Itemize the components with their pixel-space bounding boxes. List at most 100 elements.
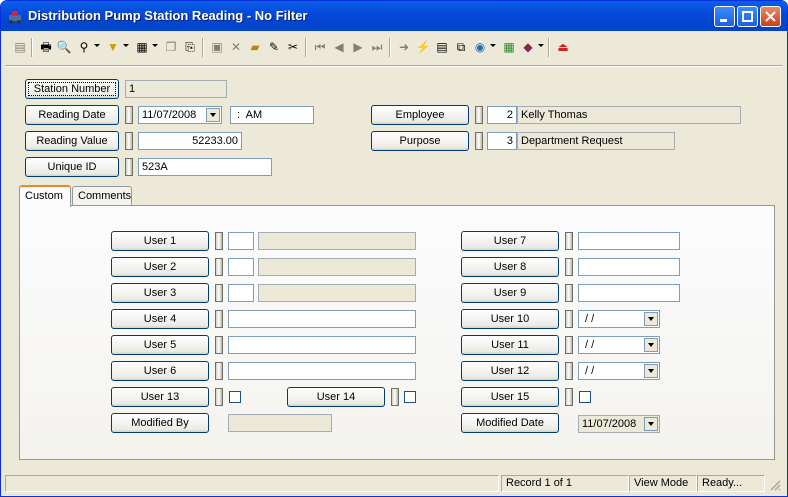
purpose-button[interactable]: Purpose xyxy=(371,131,469,151)
modified-by-button[interactable]: Modified By xyxy=(111,413,209,433)
lock-grip[interactable] xyxy=(125,132,133,150)
unique-id-field[interactable]: 523A xyxy=(138,158,272,176)
lock-grip[interactable] xyxy=(475,132,483,150)
user-4-field[interactable] xyxy=(228,310,416,328)
user-1-button[interactable]: User 1 xyxy=(111,231,209,251)
paste-icon[interactable]: ⎘ xyxy=(181,38,199,56)
lock-grip[interactable] xyxy=(391,388,399,406)
lock-grip[interactable] xyxy=(215,284,223,302)
filter-dropdown-arrow[interactable] xyxy=(123,44,129,47)
reading-date-combo[interactable]: 11/07/2008 xyxy=(138,106,222,124)
lock-grip[interactable] xyxy=(565,388,573,406)
user-5-button[interactable]: User 5 xyxy=(111,335,209,355)
tab-custom[interactable]: Custom xyxy=(19,185,71,207)
purpose-id-field[interactable]: 3 xyxy=(487,132,517,150)
cut-icon[interactable]: ✂ xyxy=(284,38,302,56)
goto-icon[interactable]: ➜ xyxy=(395,38,413,56)
edit-icon[interactable]: ✎ xyxy=(265,38,283,56)
lightning-icon[interactable]: ⚡ xyxy=(414,38,432,56)
lock-grip[interactable] xyxy=(125,106,133,124)
lock-grip[interactable] xyxy=(475,106,483,124)
tree-icon[interactable]: ⧉ xyxy=(452,38,470,56)
lock-grip[interactable] xyxy=(215,232,223,250)
exit-icon[interactable]: ⏏ xyxy=(554,38,572,56)
user-12-button[interactable]: User 12 xyxy=(461,361,559,381)
lock-grip[interactable] xyxy=(565,310,573,328)
maximize-button[interactable] xyxy=(737,6,758,27)
lock-grip[interactable] xyxy=(215,336,223,354)
globe-dropdown-arrow[interactable] xyxy=(490,44,496,47)
user-1-code-field[interactable] xyxy=(228,232,254,250)
form-view-icon[interactable]: ▦ xyxy=(133,38,151,56)
user-4-button[interactable]: User 4 xyxy=(111,309,209,329)
save-icon[interactable]: ▣ xyxy=(208,38,226,56)
user-8-field[interactable] xyxy=(578,258,680,276)
lock-grip[interactable] xyxy=(565,258,573,276)
user-6-button[interactable]: User 6 xyxy=(111,361,209,381)
minimize-button[interactable] xyxy=(714,6,735,27)
user-2-button[interactable]: User 2 xyxy=(111,257,209,277)
user-14-checkbox[interactable] xyxy=(404,391,416,403)
lock-grip[interactable] xyxy=(565,232,573,250)
copy-icon[interactable]: ❐ xyxy=(162,38,180,56)
filter-icon[interactable]: ▼ xyxy=(104,38,122,56)
title-bar[interactable]: Distribution Pump Station Reading - No F… xyxy=(1,1,787,31)
lock-grip[interactable] xyxy=(565,336,573,354)
user-3-code-field[interactable] xyxy=(228,284,254,302)
employee-button[interactable]: Employee xyxy=(371,105,469,125)
user-14-button[interactable]: User 14 xyxy=(287,387,385,407)
print-icon[interactable]: 🖶 xyxy=(37,38,55,56)
close-button[interactable] xyxy=(760,6,781,27)
user-9-button[interactable]: User 9 xyxy=(461,283,559,303)
chevron-down-icon[interactable] xyxy=(644,338,658,352)
user-3-button[interactable]: User 3 xyxy=(111,283,209,303)
user-12-date-combo[interactable]: / / xyxy=(578,362,660,380)
new-icon[interactable]: ▤ xyxy=(11,38,29,56)
user-15-button[interactable]: User 15 xyxy=(461,387,559,407)
reading-value-button[interactable]: Reading Value xyxy=(25,131,119,151)
chevron-down-icon[interactable] xyxy=(644,312,658,326)
lock-grip[interactable] xyxy=(565,284,573,302)
user-2-code-field[interactable] xyxy=(228,258,254,276)
lock-grip[interactable] xyxy=(215,310,223,328)
reading-time-field[interactable]: : AM xyxy=(230,106,314,124)
user-15-checkbox[interactable] xyxy=(579,391,591,403)
lock-grip[interactable] xyxy=(215,258,223,276)
station-number-button[interactable]: Station Number xyxy=(25,79,119,99)
book-dropdown-arrow[interactable] xyxy=(538,44,544,47)
user-13-button[interactable]: User 13 xyxy=(111,387,209,407)
user-11-button[interactable]: User 11 xyxy=(461,335,559,355)
user-7-field[interactable] xyxy=(578,232,680,250)
user-7-button[interactable]: User 7 xyxy=(461,231,559,251)
previous-record-icon[interactable]: ◀ xyxy=(330,38,348,56)
next-record-icon[interactable]: ▶ xyxy=(349,38,367,56)
modified-date-combo[interactable]: 11/07/2008 xyxy=(578,415,660,433)
lock-grip[interactable] xyxy=(125,158,133,176)
view-dropdown-arrow[interactable] xyxy=(152,44,158,47)
tab-comments[interactable]: Comments xyxy=(72,186,132,206)
chevron-down-icon[interactable] xyxy=(644,364,658,378)
attach-icon[interactable]: ▰ xyxy=(246,38,264,56)
user-11-date-combo[interactable]: / / xyxy=(578,336,660,354)
user-13-checkbox[interactable] xyxy=(229,391,241,403)
lock-grip[interactable] xyxy=(565,362,573,380)
calculator-icon[interactable]: ▦ xyxy=(500,38,518,56)
user-8-button[interactable]: User 8 xyxy=(461,257,559,277)
unique-id-button[interactable]: Unique ID xyxy=(25,157,119,177)
user-9-field[interactable] xyxy=(578,284,680,302)
reading-value-field[interactable]: 52233.00 xyxy=(138,132,242,150)
lock-grip[interactable] xyxy=(215,362,223,380)
user-10-button[interactable]: User 10 xyxy=(461,309,559,329)
report-icon[interactable]: ▤ xyxy=(433,38,451,56)
resize-grip-icon[interactable] xyxy=(769,479,781,491)
delete-icon[interactable]: ✕ xyxy=(227,38,245,56)
user-10-date-combo[interactable]: / / xyxy=(578,310,660,328)
user-5-field[interactable] xyxy=(228,336,416,354)
modified-date-button[interactable]: Modified Date xyxy=(461,413,559,433)
user-6-field[interactable] xyxy=(228,362,416,380)
chevron-down-icon[interactable] xyxy=(644,417,658,431)
print-preview-icon[interactable]: 🔍 xyxy=(55,38,73,56)
find-icon[interactable]: ⚲ xyxy=(75,38,93,56)
lock-grip[interactable] xyxy=(215,388,223,406)
globe-icon[interactable]: ◉ xyxy=(471,38,489,56)
